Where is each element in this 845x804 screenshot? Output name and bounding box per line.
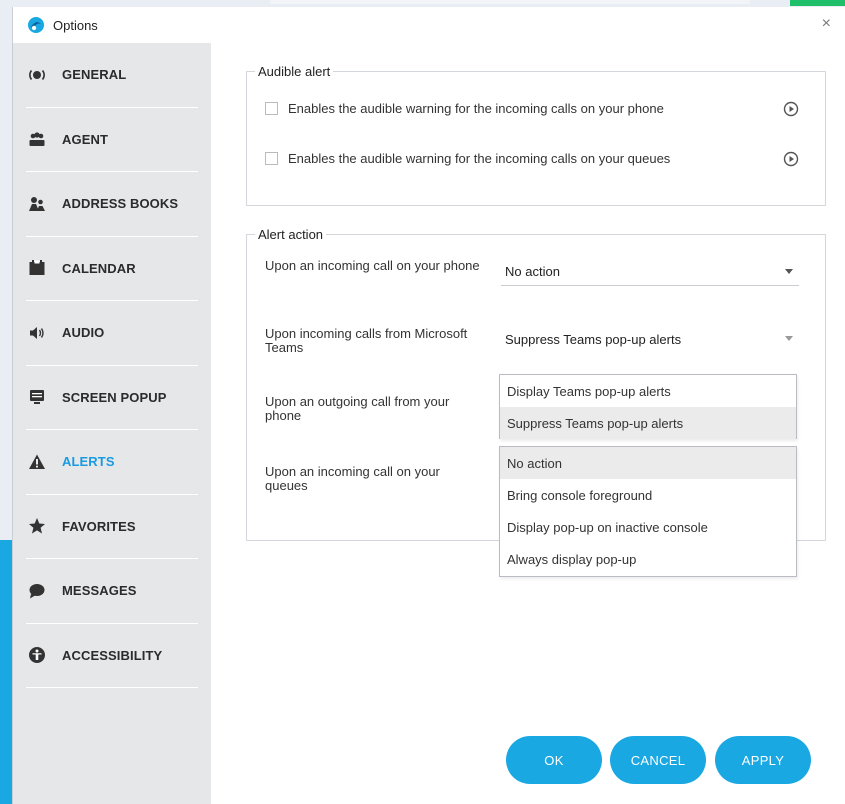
dropdown-option[interactable]: No action bbox=[500, 447, 796, 479]
radio-icon bbox=[28, 66, 46, 84]
phone-audible-label: Enables the audible warning for the inco… bbox=[288, 101, 664, 116]
sidebar-item-label: AGENT bbox=[62, 131, 108, 147]
app-logo-icon bbox=[28, 17, 44, 33]
sidebar-item-label: SCREEN POPUP bbox=[62, 389, 167, 405]
speaker-icon bbox=[28, 324, 46, 342]
background-strip bbox=[270, 0, 750, 4]
teams-calls-label: Upon incoming calls from Microsoft Teams bbox=[265, 326, 468, 355]
apply-button[interactable]: APPLY bbox=[715, 736, 811, 784]
sidebar-item-agent[interactable]: AGENT bbox=[26, 108, 198, 172]
phone-audible-option[interactable]: Enables the audible warning for the inco… bbox=[265, 101, 664, 116]
agents-icon bbox=[28, 130, 46, 148]
incoming-queues-label: Upon an incoming call on your queues bbox=[265, 464, 440, 493]
sidebar-item-address-books[interactable]: ADDRESS BOOKS bbox=[26, 172, 198, 237]
teams-calls-select[interactable]: Suppress Teams pop-up alerts bbox=[501, 325, 799, 353]
phone-audible-checkbox[interactable] bbox=[265, 102, 278, 115]
address-book-icon bbox=[28, 195, 46, 213]
window-title: Options bbox=[53, 17, 98, 33]
chevron-down-icon bbox=[785, 336, 793, 341]
star-icon bbox=[28, 517, 46, 535]
action-dropdown-list: No action Bring console foreground Displ… bbox=[499, 446, 797, 577]
play-icon[interactable] bbox=[783, 151, 799, 167]
dropdown-option[interactable]: Always display pop-up bbox=[500, 543, 796, 575]
sidebar: GENERAL AGENT ADDRESS BOOKS CALENDAR AUD… bbox=[13, 43, 211, 804]
sidebar-item-label: ADDRESS BOOKS bbox=[62, 196, 179, 212]
alerts-panel: Audible alert Enables the audible warnin… bbox=[211, 43, 845, 804]
teams-dropdown-list: Display Teams pop-up alerts Suppress Tea… bbox=[499, 374, 797, 439]
screen-popup-icon bbox=[28, 388, 46, 406]
title-bar: Options bbox=[13, 7, 845, 43]
sidebar-item-label: ACCESSIBILITY bbox=[62, 647, 163, 663]
sidebar-item-label: AUDIO bbox=[62, 325, 105, 341]
play-icon[interactable] bbox=[783, 101, 799, 117]
sidebar-item-general[interactable]: GENERAL bbox=[26, 43, 198, 108]
sidebar-item-accessibility[interactable]: ACCESSIBILITY bbox=[26, 624, 198, 688]
sidebar-item-favorites[interactable]: FAVORITES bbox=[26, 495, 198, 559]
sidebar-item-label: FAVORITES bbox=[62, 518, 136, 534]
sidebar-item-audio[interactable]: AUDIO bbox=[26, 301, 198, 366]
sidebar-item-label: CALENDAR bbox=[62, 260, 136, 276]
accessibility-icon bbox=[28, 646, 46, 664]
queues-audible-label: Enables the audible warning for the inco… bbox=[288, 151, 671, 166]
options-dialog: Options × GENERAL AGENT ADDRESS BOOKS CA… bbox=[12, 7, 845, 804]
teams-calls-value: Suppress Teams pop-up alerts bbox=[505, 331, 682, 347]
cancel-button[interactable]: CANCEL bbox=[610, 736, 706, 784]
calendar-icon bbox=[28, 259, 46, 277]
incoming-phone-select[interactable]: No action bbox=[501, 258, 799, 286]
chat-bubble-icon bbox=[28, 582, 46, 600]
group-legend: Audible alert bbox=[258, 64, 331, 79]
sidebar-item-messages[interactable]: MESSAGES bbox=[26, 559, 198, 624]
sidebar-item-alerts[interactable]: ALERTS bbox=[26, 430, 198, 495]
queues-audible-option[interactable]: Enables the audible warning for the inco… bbox=[265, 151, 670, 166]
incoming-phone-label: Upon an incoming call on your phone bbox=[265, 258, 480, 273]
sidebar-item-screen-popup[interactable]: SCREEN POPUP bbox=[26, 366, 198, 430]
sidebar-item-label: GENERAL bbox=[62, 67, 127, 83]
dropdown-option[interactable]: Suppress Teams pop-up alerts bbox=[500, 407, 796, 439]
chevron-down-icon bbox=[785, 269, 793, 274]
outgoing-phone-label: Upon an outgoing call from your phone bbox=[265, 394, 450, 423]
queues-audible-checkbox[interactable] bbox=[265, 152, 278, 165]
ok-button[interactable]: OK bbox=[506, 736, 602, 784]
background-accent bbox=[790, 0, 845, 6]
sidebar-item-label: ALERTS bbox=[62, 454, 115, 470]
incoming-phone-value: No action bbox=[505, 264, 560, 279]
audible-alert-group: Audible alert Enables the audible warnin… bbox=[246, 64, 826, 206]
dropdown-option[interactable]: Display Teams pop-up alerts bbox=[500, 375, 796, 407]
warning-icon bbox=[28, 453, 46, 471]
close-icon[interactable]: × bbox=[822, 15, 831, 33]
sidebar-item-label: MESSAGES bbox=[62, 583, 137, 599]
sidebar-item-calendar[interactable]: CALENDAR bbox=[26, 237, 198, 301]
dropdown-option[interactable]: Bring console foreground bbox=[500, 479, 796, 511]
group-legend: Alert action bbox=[258, 227, 324, 242]
dropdown-option[interactable]: Display pop-up on inactive console bbox=[500, 511, 796, 543]
